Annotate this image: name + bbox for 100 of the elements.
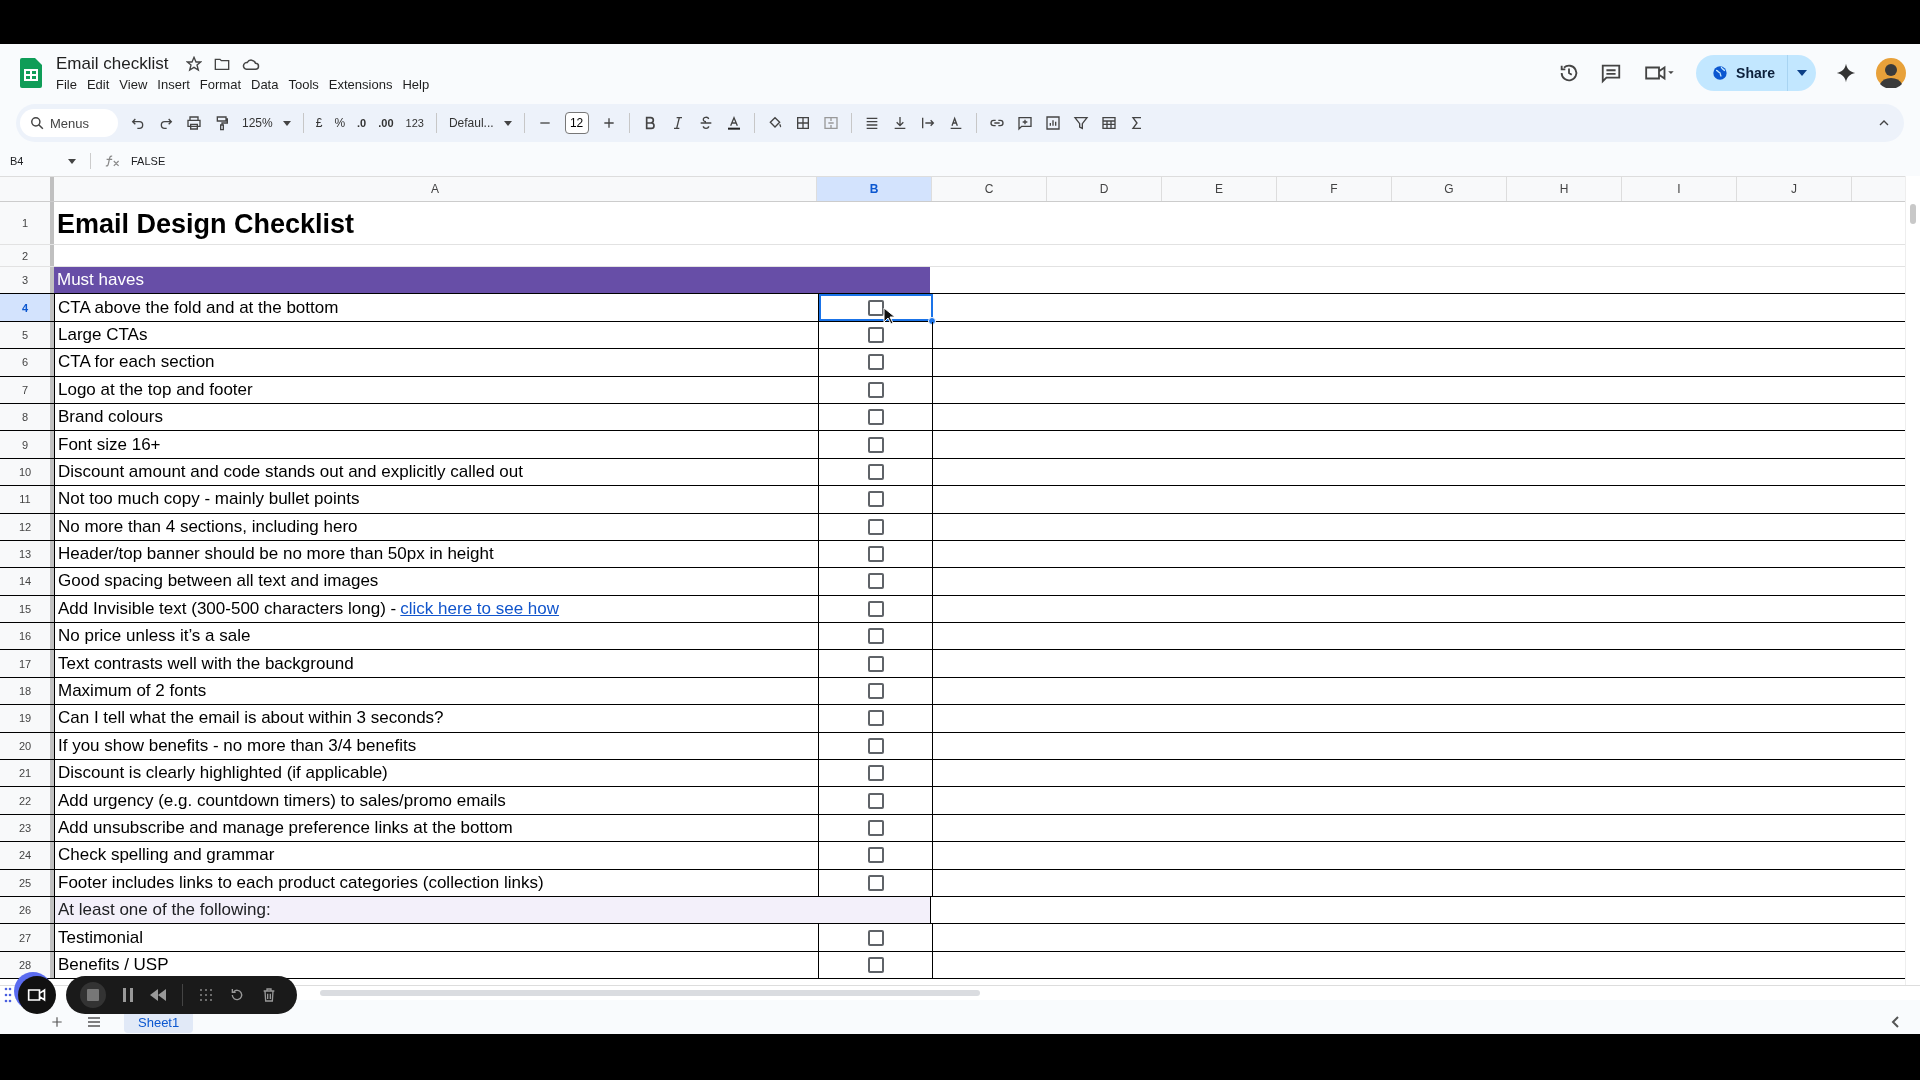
row-header[interactable]: 24 (0, 842, 54, 869)
column-header[interactable]: G (1392, 177, 1507, 201)
increase-decimal-button[interactable]: .00 (378, 117, 394, 129)
checkbox[interactable] (867, 929, 884, 946)
column-header[interactable]: I (1622, 177, 1737, 201)
column-header[interactable]: E (1162, 177, 1277, 201)
number-format-button[interactable]: 123 (405, 117, 424, 129)
row-header[interactable]: 12 (0, 513, 54, 540)
merge-cells-icon[interactable] (822, 115, 839, 131)
star-icon[interactable] (186, 56, 203, 72)
row-header[interactable]: 17 (0, 650, 54, 677)
checkbox[interactable] (867, 409, 884, 426)
checkbox[interactable] (867, 655, 884, 672)
checkbox[interactable] (867, 820, 884, 836)
decrease-decimal-button[interactable]: .0 (357, 117, 367, 129)
menu-item[interactable]: Insert (157, 77, 200, 92)
checkbox[interactable] (867, 874, 884, 891)
selection-handle[interactable] (928, 316, 936, 325)
share-menu-button[interactable] (1787, 55, 1816, 91)
column-header[interactable]: D (1047, 177, 1162, 201)
horizontal-scrollbar[interactable] (320, 990, 980, 996)
borders-icon[interactable] (794, 115, 811, 131)
row-header[interactable]: 11 (0, 486, 54, 513)
checkbox[interactable] (867, 463, 884, 480)
help-link[interactable]: click here to see how (400, 598, 560, 619)
checkbox[interactable] (867, 683, 884, 700)
checkbox[interactable] (867, 628, 884, 645)
checkbox[interactable] (867, 491, 884, 508)
menu-search-field[interactable]: Menus (20, 109, 118, 137)
row-header[interactable]: 3 (0, 267, 54, 294)
vertical-scrollbar[interactable] (1910, 204, 1916, 224)
restart-icon[interactable] (229, 987, 245, 1003)
column-header[interactable]: B (817, 177, 932, 201)
row-header[interactable]: 27 (0, 924, 54, 951)
row-header[interactable]: 14 (0, 568, 54, 595)
all-sheets-icon[interactable] (86, 1015, 102, 1029)
zoom-select[interactable]: 125% (242, 116, 291, 130)
checkbox[interactable] (867, 573, 884, 590)
checkbox[interactable] (867, 710, 884, 727)
menu-item[interactable]: Format (199, 77, 251, 92)
row-header[interactable]: 25 (0, 869, 54, 896)
currency-button[interactable]: £ (315, 116, 323, 130)
dots-grid-icon[interactable] (199, 988, 213, 1002)
column-header[interactable]: J (1737, 177, 1852, 201)
row-header[interactable]: 23 (0, 814, 54, 842)
menu-item[interactable]: Tools (288, 77, 329, 92)
avatar-icon[interactable] (1876, 58, 1906, 88)
row-header[interactable]: 4 (0, 294, 54, 321)
rewind-icon[interactable] (150, 989, 166, 1001)
row-header[interactable]: 16 (0, 623, 54, 650)
row-header[interactable]: 7 (0, 376, 54, 403)
column-header[interactable]: H (1507, 177, 1622, 201)
row-header[interactable]: 2 (0, 245, 54, 266)
checkbox[interactable] (867, 792, 884, 809)
row-header[interactable]: 13 (0, 540, 54, 568)
document-title[interactable]: Email checklist (56, 54, 169, 74)
row-header[interactable]: 15 (0, 595, 54, 623)
font-select[interactable]: Defaul... (448, 116, 512, 130)
filter-icon[interactable] (1072, 115, 1089, 131)
menu-item[interactable]: Data (251, 77, 289, 92)
row-header[interactable]: 1 (0, 202, 54, 244)
sheet-tab[interactable]: Sheet1 (124, 1012, 194, 1033)
camera-button[interactable] (18, 976, 56, 1014)
checkbox[interactable] (867, 847, 884, 864)
menu-item[interactable]: View (119, 77, 158, 92)
stop-icon[interactable] (80, 982, 106, 1008)
row-header[interactable]: 20 (0, 732, 54, 760)
row-header[interactable]: 8 (0, 403, 54, 431)
chart-icon[interactable] (1044, 115, 1061, 131)
row-header[interactable]: 19 (0, 705, 54, 732)
row-header[interactable]: 22 (0, 787, 54, 814)
checkbox[interactable] (867, 354, 884, 371)
checkbox[interactable] (867, 546, 884, 563)
row-header[interactable]: 9 (0, 431, 54, 458)
pause-icon[interactable] (122, 988, 134, 1002)
checkbox[interactable] (867, 737, 884, 754)
menu-item[interactable]: Edit (86, 77, 120, 92)
sparkle-icon[interactable] (1836, 63, 1856, 83)
collapse-sidebar-icon[interactable] (1890, 1015, 1900, 1029)
checkbox[interactable] (867, 956, 884, 973)
row-header[interactable]: 18 (0, 677, 54, 705)
checkbox[interactable] (867, 600, 884, 617)
share-button[interactable]: Share (1696, 55, 1787, 91)
text-wrap-icon[interactable] (919, 115, 936, 131)
checkbox[interactable] (867, 765, 884, 782)
menu-item[interactable]: Extensions (328, 77, 403, 92)
font-size-field[interactable]: 12 (564, 112, 589, 134)
print-icon[interactable] (186, 115, 202, 131)
menu-item[interactable]: File (56, 77, 87, 92)
paint-format-icon[interactable] (214, 115, 230, 131)
comment-icon[interactable] (1600, 62, 1623, 84)
checkbox[interactable] (867, 518, 884, 535)
percent-button[interactable]: % (334, 116, 346, 130)
row-header[interactable]: 10 (0, 458, 54, 486)
formula-value[interactable]: FALSE (131, 155, 166, 167)
add-sheet-icon[interactable] (50, 1015, 64, 1029)
menu-item[interactable]: Help (402, 77, 440, 92)
text-color-icon[interactable] (725, 115, 742, 131)
folder-icon[interactable] (214, 56, 231, 72)
column-header[interactable]: F (1277, 177, 1392, 201)
